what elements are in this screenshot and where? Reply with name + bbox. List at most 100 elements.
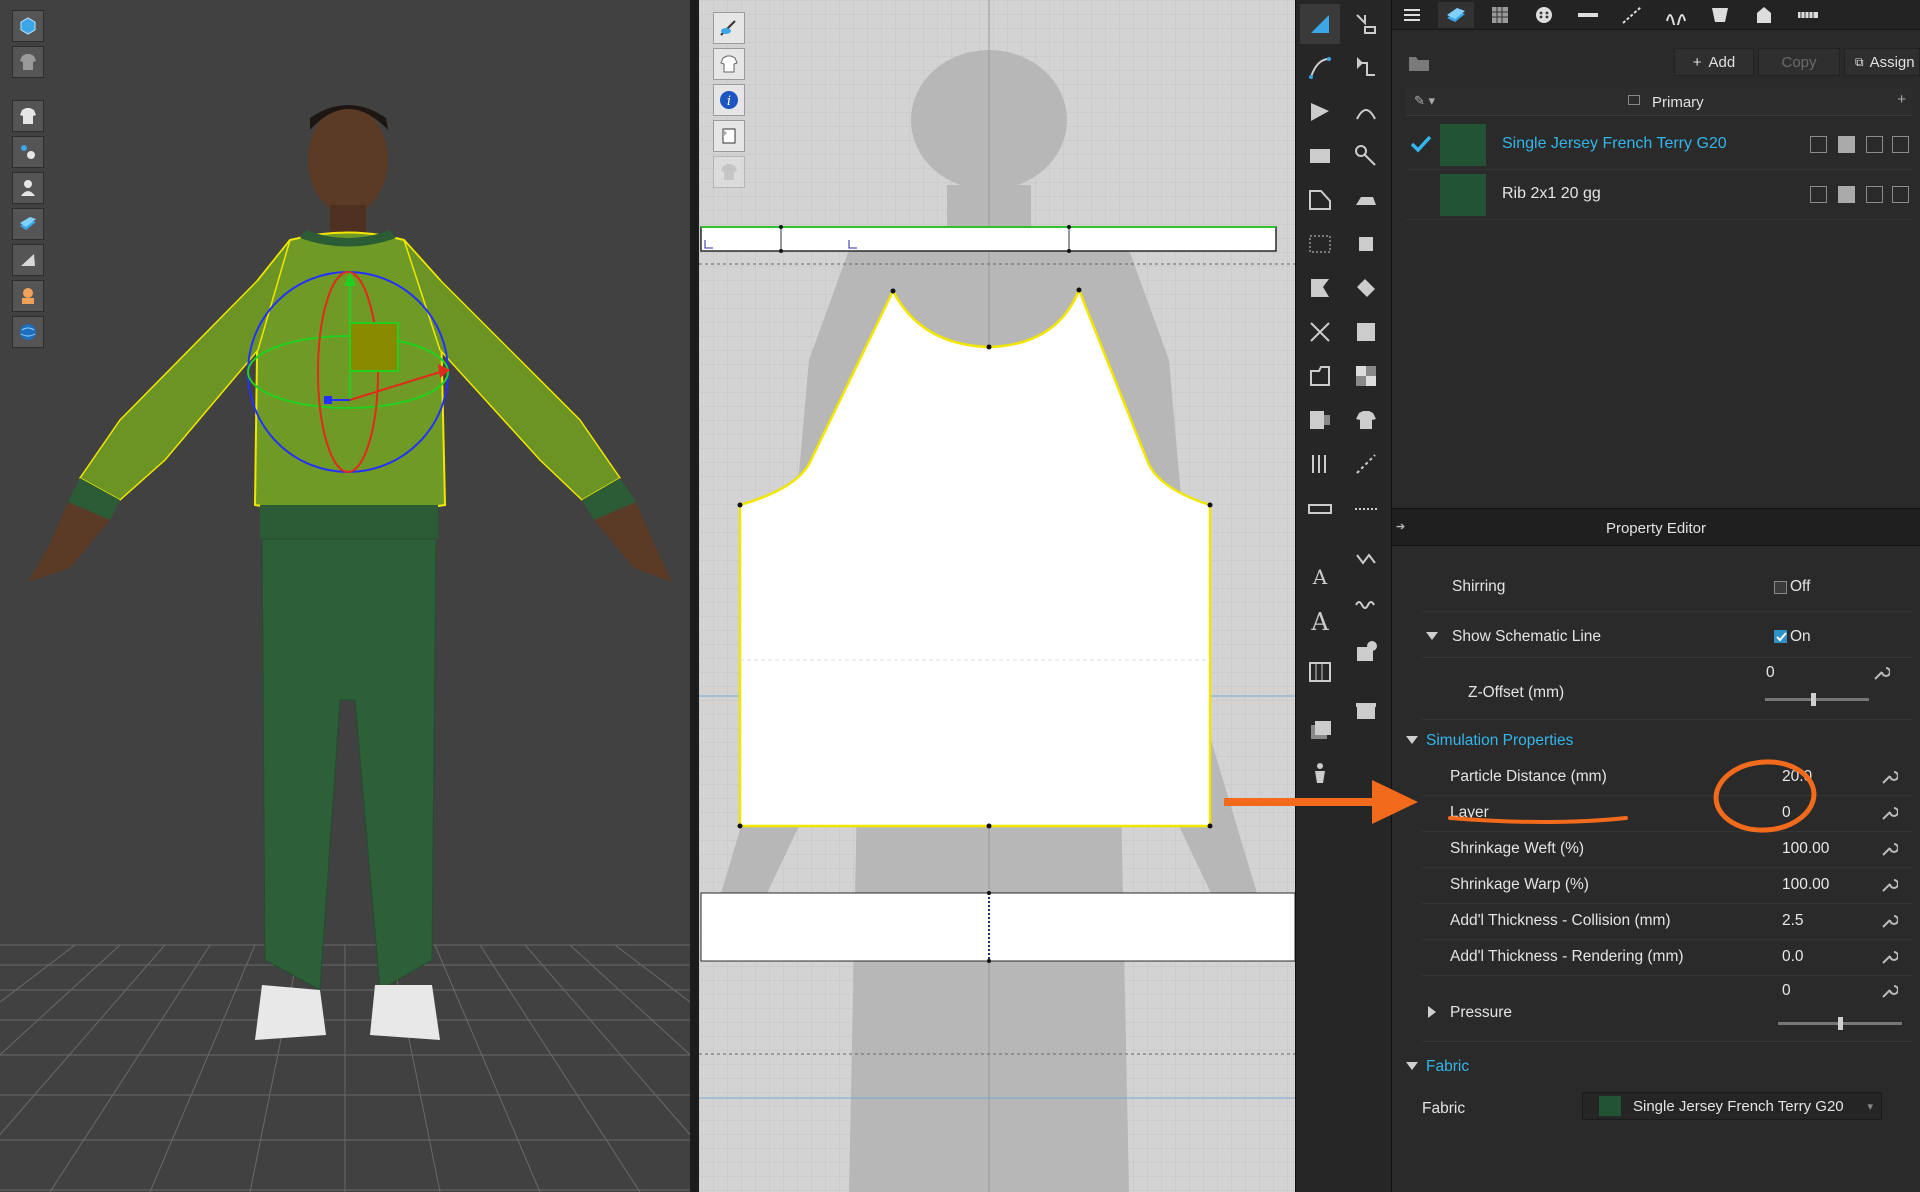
thickness-rendering-value[interactable]: 0.0 <box>1782 948 1804 966</box>
measure-icon[interactable] <box>1346 488 1386 528</box>
render-icon[interactable] <box>12 244 44 276</box>
tacking-icon[interactable] <box>1346 224 1386 264</box>
wrench-icon[interactable] <box>1872 664 1890 682</box>
zoffset-value[interactable]: 0 <box>1766 664 1775 682</box>
expand-arrow-icon[interactable] <box>1426 632 1438 640</box>
3d-viewport[interactable] <box>0 0 690 1192</box>
texture-icon[interactable] <box>1838 186 1855 203</box>
pattern-canvas[interactable] <box>699 0 1295 1192</box>
seam-tool-icon[interactable] <box>1346 136 1386 176</box>
fold-arrange-icon[interactable] <box>1346 312 1386 352</box>
add-button[interactable]: + Add <box>1674 48 1754 76</box>
pressure-slider-knob[interactable] <box>1838 1017 1843 1030</box>
fabric-select[interactable]: Single Jersey French Terry G20 ▾ <box>1582 1092 1882 1120</box>
pattern-stack-icon[interactable] <box>1300 710 1340 750</box>
graphic-icon[interactable] <box>1702 2 1738 28</box>
add-button-icon[interactable] <box>1346 632 1386 672</box>
zipper-icon[interactable] <box>1790 2 1826 28</box>
box-icon[interactable] <box>12 10 44 42</box>
pattern-texture-icon[interactable] <box>1482 2 1518 28</box>
pressure-value[interactable]: 0 <box>1782 982 1791 1000</box>
wrench-icon[interactable] <box>1880 982 1898 1000</box>
wrench-icon[interactable] <box>1880 840 1898 858</box>
shirt-icon[interactable] <box>12 100 44 132</box>
curve-point-icon[interactable] <box>1346 92 1386 132</box>
zigzag-icon[interactable] <box>1346 540 1386 580</box>
edit-pencil-icon[interactable]: ✎ ▾ <box>1414 93 1435 109</box>
collapsed-arrow-icon[interactable] <box>1428 1006 1436 1018</box>
delete-fabric-icon[interactable] <box>1892 186 1909 203</box>
fabric-group-header[interactable]: ✎ ▾ Primary + <box>1406 88 1912 116</box>
wrench-icon[interactable] <box>1880 948 1898 966</box>
wrench-icon[interactable] <box>1880 912 1898 930</box>
ruler-icon[interactable] <box>1300 488 1340 528</box>
schematic-checkbox[interactable] <box>1774 630 1787 643</box>
copy-button[interactable]: Copy <box>1758 48 1840 76</box>
skin-icon[interactable] <box>12 280 44 312</box>
cut-icon[interactable] <box>1300 312 1340 352</box>
stitch-icon[interactable] <box>1346 584 1386 624</box>
text-icon[interactable]: A <box>1300 556 1340 596</box>
2d-pattern-window[interactable]: i <box>699 0 1295 1192</box>
add-fabric-icon[interactable] <box>1810 186 1827 203</box>
list-icon[interactable] <box>1394 2 1430 28</box>
fabric-layer-icon[interactable] <box>12 208 44 240</box>
fold-icon[interactable] <box>1346 268 1386 308</box>
notch-icon[interactable] <box>1300 356 1340 396</box>
buttonhole-icon[interactable] <box>1570 2 1606 28</box>
puckering-icon[interactable] <box>1658 2 1694 28</box>
add-fabric-icon[interactable] <box>1810 136 1827 153</box>
shrinkage-warp-value[interactable]: 100.00 <box>1782 876 1829 894</box>
garment-visibility-icon[interactable] <box>713 48 745 80</box>
elastic-icon[interactable] <box>1300 444 1340 484</box>
assign-button[interactable]: ⧉ Assign <box>1844 48 1920 76</box>
shrinkage-weft-value[interactable]: 100.00 <box>1782 840 1829 858</box>
sheet-icon[interactable] <box>713 120 745 152</box>
zoffset-slider[interactable] <box>1765 693 1869 706</box>
expand-arrow-icon[interactable] <box>1406 736 1418 744</box>
edit-curve-icon[interactable] <box>1300 48 1340 88</box>
texture-icon[interactable] <box>1838 136 1855 153</box>
points-icon[interactable] <box>12 136 44 168</box>
3d-scene[interactable] <box>0 0 690 1192</box>
wrench-icon[interactable] <box>1880 804 1898 822</box>
shirring-checkbox[interactable] <box>1774 581 1787 594</box>
annotation-icon[interactable]: A <box>1300 600 1340 640</box>
trim-icon[interactable] <box>1746 2 1782 28</box>
wrench-icon[interactable] <box>1880 768 1898 786</box>
button-icon[interactable] <box>1526 2 1562 28</box>
avatar-icon[interactable] <box>12 172 44 204</box>
zoffset-slider-knob[interactable] <box>1810 693 1816 706</box>
move-point-icon[interactable] <box>1346 48 1386 88</box>
info-icon[interactable]: i <box>713 84 745 116</box>
transform-pattern-icon[interactable] <box>1300 4 1340 44</box>
expand-arrow-icon[interactable] <box>1406 1062 1418 1070</box>
wrench-icon[interactable] <box>1880 876 1898 894</box>
grading-icon[interactable] <box>1300 652 1340 692</box>
free-sewing-icon[interactable] <box>1346 444 1386 484</box>
figure-icon[interactable] <box>1300 754 1340 794</box>
environment-icon[interactable] <box>12 316 44 348</box>
save-fabric-icon[interactable] <box>1866 186 1883 203</box>
dart-icon[interactable] <box>1300 268 1340 308</box>
topstitch-icon[interactable] <box>1614 2 1650 28</box>
thickness-collision-value[interactable]: 2.5 <box>1782 912 1804 930</box>
transform-vertex-icon[interactable] <box>1346 4 1386 44</box>
polygon-icon[interactable] <box>1300 180 1340 220</box>
shirt-3d-icon[interactable] <box>1346 400 1386 440</box>
pressure-slider[interactable] <box>1778 1017 1902 1030</box>
layer-value[interactable]: 0 <box>1782 804 1791 822</box>
fabric-item[interactable]: Rib 2x1 20 gg <box>1406 170 1912 220</box>
garment-ghost-icon[interactable] <box>713 156 745 188</box>
folder-icon[interactable] <box>1408 54 1430 72</box>
garment-display-icon[interactable] <box>12 46 44 78</box>
iron-icon[interactable] <box>1346 180 1386 220</box>
pattern-visibility-icon[interactable] <box>713 12 745 44</box>
rectangle-icon[interactable] <box>1300 136 1340 176</box>
delete-fabric-icon[interactable] <box>1892 136 1909 153</box>
fabric-item[interactable]: Single Jersey French Terry G20 <box>1406 120 1912 170</box>
fabric-tab-icon[interactable] <box>1438 2 1474 28</box>
particle-distance-value[interactable]: 20.0 <box>1782 768 1812 786</box>
group-add-icon[interactable]: + <box>1897 91 1906 108</box>
save-fabric-icon[interactable] <box>1866 136 1883 153</box>
